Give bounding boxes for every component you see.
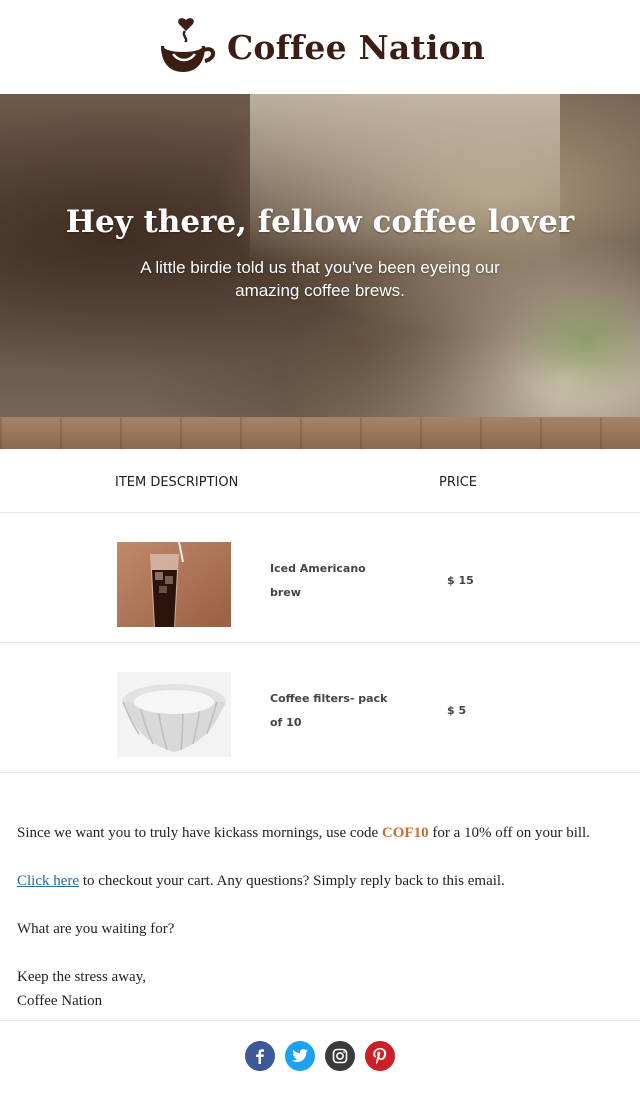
- instagram-icon[interactable]: [325, 1041, 355, 1071]
- hero-banner: Hey there, fellow coffee lover A little …: [0, 94, 640, 449]
- hero-title: Hey there, fellow coffee lover: [65, 204, 575, 240]
- email-header: Coffee Nation: [0, 0, 640, 94]
- social-footer: [0, 1020, 640, 1090]
- discount-code: COF10: [381, 825, 429, 841]
- table-row: Iced Americano brew $ 15: [0, 513, 640, 643]
- twitter-icon[interactable]: [285, 1041, 315, 1071]
- column-header-description: ITEM DESCRIPTION: [115, 475, 239, 490]
- coffee-cup-heart-icon: [160, 18, 216, 72]
- discount-paragraph: Since we want you to truly have kickass …: [17, 825, 590, 841]
- items-table-header: ITEM DESCRIPTION PRICE: [0, 449, 640, 513]
- column-header-price: PRICE: [439, 475, 477, 490]
- hero-subtitle: A little birdie told us that you've been…: [140, 258, 500, 300]
- checkout-link[interactable]: Click here: [17, 873, 79, 889]
- item-price: $ 15: [447, 574, 474, 587]
- question-paragraph: What are you waiting for?: [17, 921, 175, 937]
- email-message: Since we want you to truly have kickass …: [0, 773, 640, 1013]
- coffee-filter-image: [117, 672, 231, 757]
- table-row: Coffee filters- pack of 10 $ 5: [0, 643, 640, 773]
- checkout-paragraph: Click here to checkout your cart. Any qu…: [17, 873, 505, 889]
- item-price: $ 5: [447, 704, 467, 717]
- signoff: Keep the stress away, Coffee Nation: [17, 969, 146, 1009]
- facebook-icon[interactable]: [245, 1041, 275, 1071]
- item-name: Coffee filters- pack of 10: [270, 692, 388, 729]
- wooden-table-image: [0, 417, 640, 449]
- brand-name: Coffee Nation: [226, 27, 486, 67]
- item-name: Iced Americano brew: [270, 562, 366, 599]
- pinterest-icon[interactable]: [365, 1041, 395, 1071]
- iced-coffee-image: [117, 542, 231, 627]
